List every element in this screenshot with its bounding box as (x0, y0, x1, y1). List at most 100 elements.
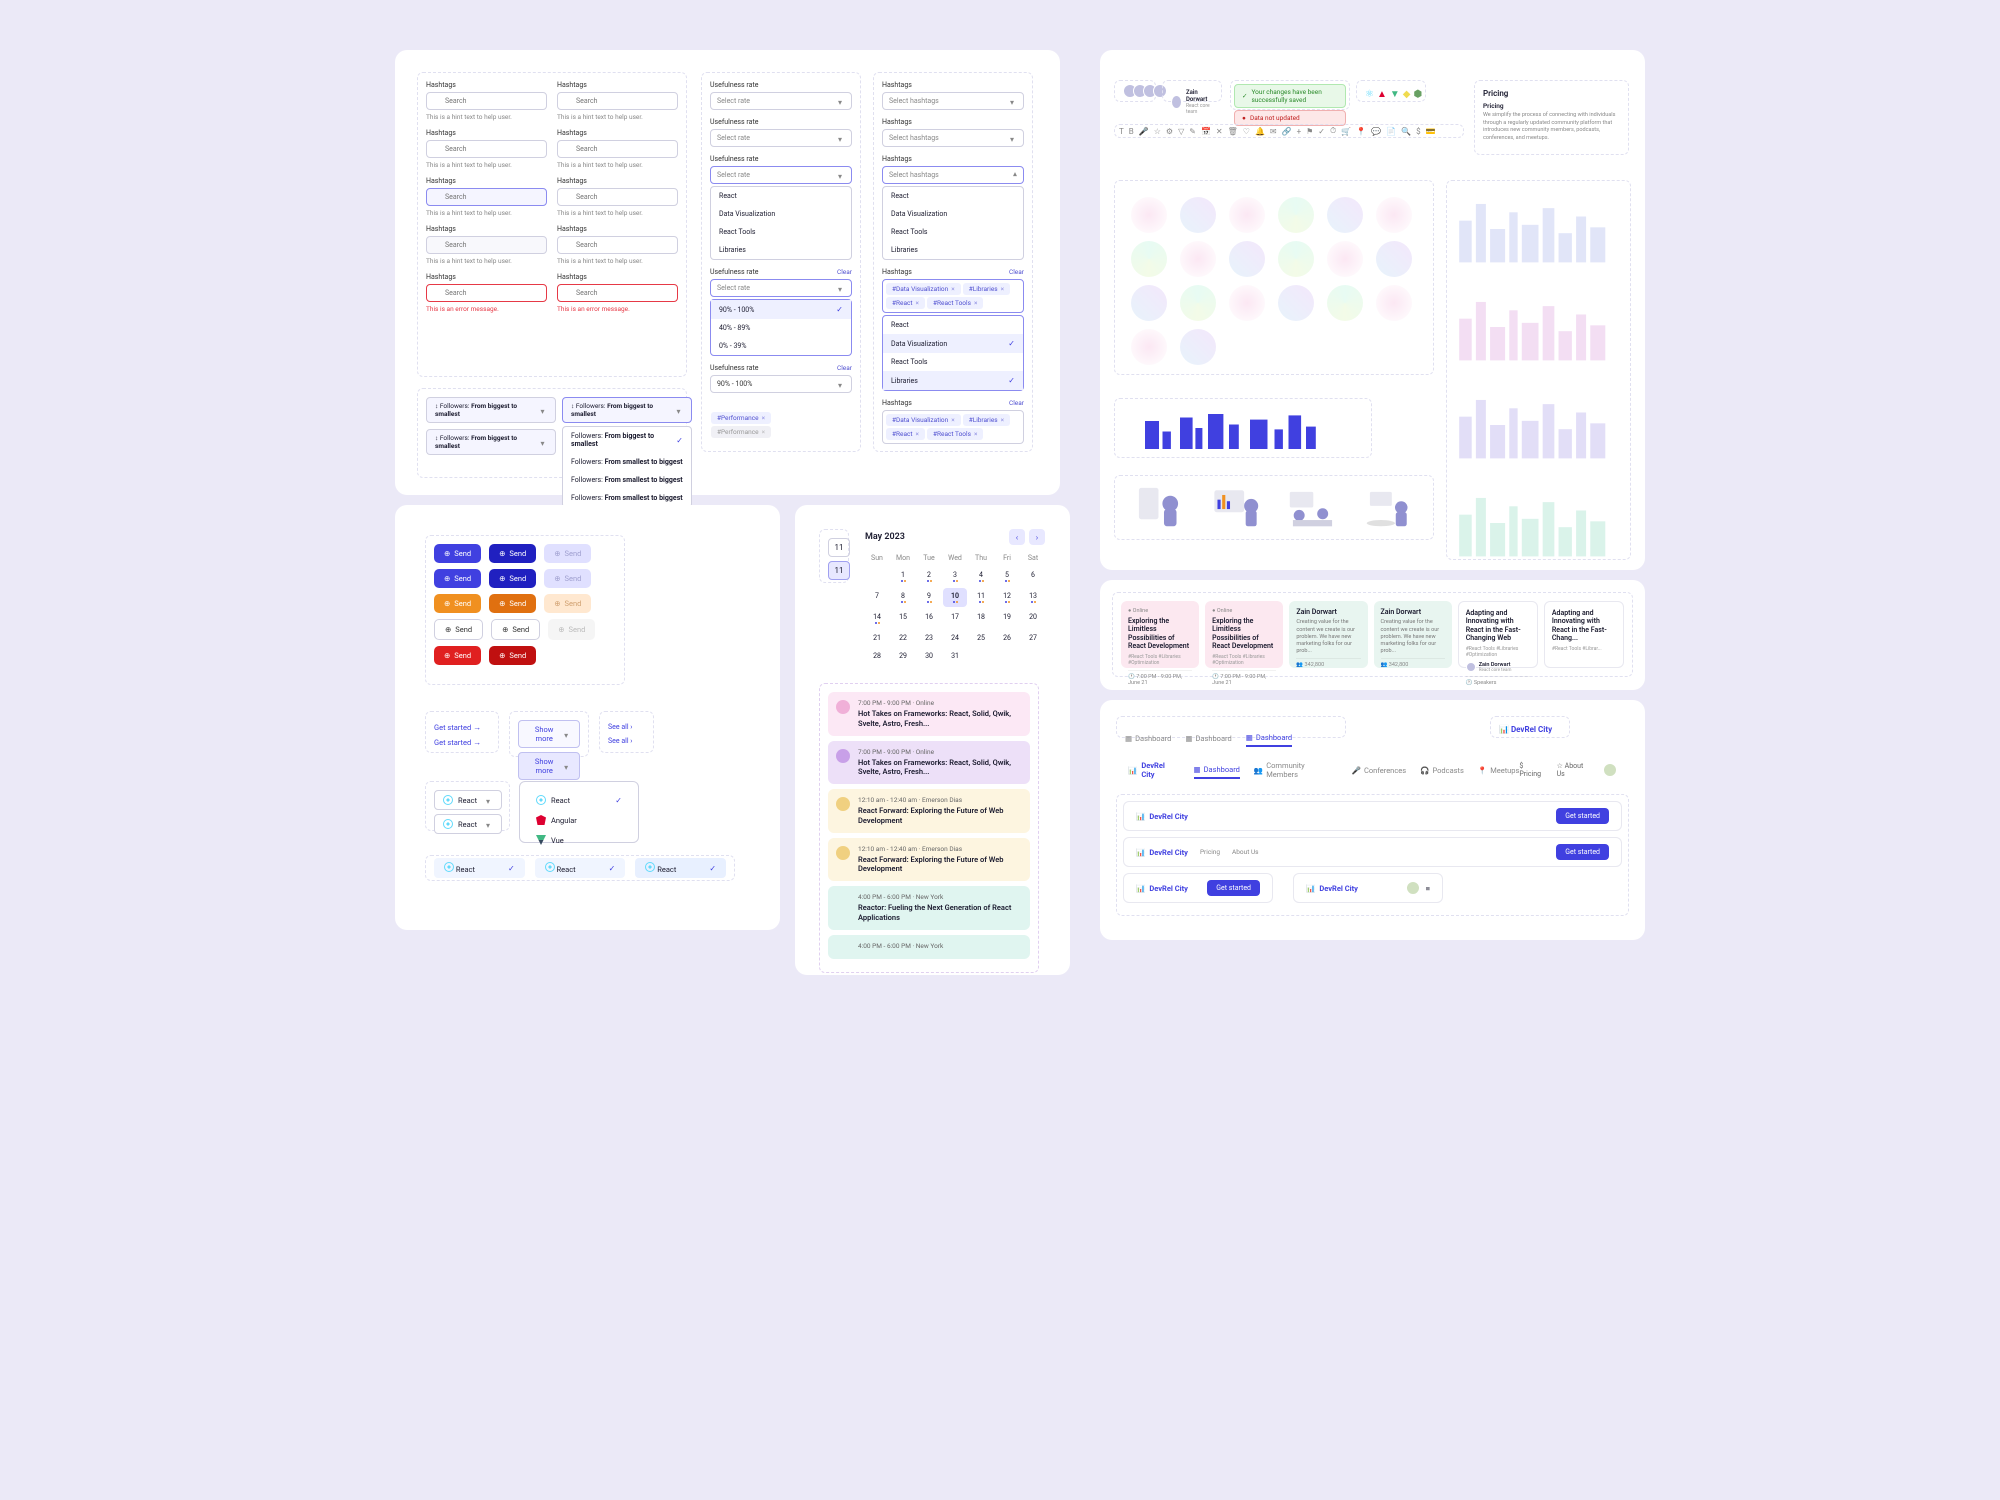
calendar-day[interactable]: 22 (891, 630, 915, 646)
card-icon[interactable]: 💳 (1426, 127, 1436, 136)
hashtag-chip[interactable]: #React× (886, 297, 925, 309)
dropdown-option[interactable]: React Tools (883, 223, 1023, 241)
calendar-day[interactable]: 30 (917, 648, 941, 664)
dropdown-option[interactable]: 40% - 89% (711, 319, 851, 337)
dropdown-option[interactable]: Followers: From smallest to biggest (563, 471, 691, 489)
mail-icon[interactable]: ✉ (1270, 127, 1277, 136)
nav-link[interactable]: Pricing (1200, 848, 1220, 856)
event-card[interactable]: Zain DorwartCreating value for the conte… (1289, 601, 1367, 668)
hashtag-chip[interactable]: #Performance× (711, 426, 771, 438)
clock-icon[interactable]: ⏱ (1330, 126, 1336, 136)
calendar-day[interactable]: 12 (995, 588, 1019, 607)
search-input[interactable] (557, 188, 678, 206)
show-more-button[interactable]: Show more (518, 720, 580, 748)
dollar-icon[interactable]: $ (1416, 127, 1421, 136)
nav-tab[interactable]: 🎧 Podcasts (1420, 763, 1464, 778)
calendar-day[interactable] (995, 648, 1019, 664)
search-input[interactable] (557, 236, 678, 254)
event-card[interactable]: ● OnlineExploring the Limitless Possibil… (1205, 601, 1283, 668)
brand-logo[interactable]: 📊 DevRel City (1306, 884, 1358, 893)
send-button[interactable]: ⊕ Send (434, 544, 481, 563)
brand-logo[interactable]: 📊 DevRel City (1136, 848, 1188, 857)
nav-tab[interactable]: 📍 Meetups (1478, 763, 1520, 778)
dropdown-option[interactable]: Data Visualization (883, 205, 1023, 223)
avatar[interactable] (1406, 881, 1420, 895)
hashtag-select[interactable]: Select hashtags (882, 92, 1024, 110)
get-started-button[interactable]: Get started (1556, 808, 1609, 824)
tab-dashboard[interactable]: ▦ Dashboard (1185, 731, 1231, 746)
event-card[interactable]: Zain DorwartCreating value for the conte… (1374, 601, 1452, 668)
hashtag-multiselect[interactable]: #Data Visualization× #Libraries× #React×… (882, 279, 1024, 313)
calendar-day[interactable]: 5 (995, 567, 1019, 586)
dropdown-option[interactable]: React Tools (711, 223, 851, 241)
rate-select[interactable]: Select rate (710, 279, 852, 297)
text-icon[interactable]: T (1119, 127, 1124, 136)
send-button[interactable]: ⊕ Send (489, 569, 536, 588)
trash-icon[interactable]: 🗑 (1228, 127, 1238, 136)
calendar-next[interactable]: › (1029, 529, 1045, 545)
search-input[interactable] (426, 188, 547, 206)
event-item[interactable]: 7:00 PM - 9:00 PM · OnlineHot Takes on F… (828, 692, 1030, 736)
send-button[interactable]: ⊕ Send (434, 569, 481, 588)
event-item[interactable]: 4:00 PM - 6:00 PM · New York (828, 935, 1030, 959)
dropdown-option[interactable]: Data Visualization (711, 205, 851, 223)
calendar-day[interactable]: 25 (969, 630, 993, 646)
calendar-day[interactable] (865, 567, 889, 586)
hashtag-chip[interactable]: #React Tools× (927, 297, 983, 309)
search-input[interactable] (426, 284, 547, 302)
check-icon[interactable]: ✓ (1318, 127, 1325, 136)
send-button[interactable]: ⊕ Send (434, 594, 481, 613)
clear-link[interactable]: Clear (1009, 399, 1024, 407)
nav-tab[interactable]: ▦ Dashboard (1194, 762, 1240, 779)
hashtag-chip[interactable]: #React× (886, 428, 925, 440)
bold-icon[interactable]: B (1129, 127, 1134, 136)
calendar-day[interactable]: 27 (1021, 630, 1045, 646)
get-started-link[interactable]: Get started (434, 720, 490, 735)
calendar-day[interactable]: 6 (1021, 567, 1045, 586)
hashtag-chip[interactable]: #Data Visualization× (886, 414, 961, 426)
file-icon[interactable]: 📄 (1386, 127, 1396, 136)
framework-pill[interactable]: React (635, 858, 726, 878)
calendar-day[interactable]: 19 (995, 609, 1019, 628)
dropdown-option[interactable]: React (711, 187, 851, 205)
brand-logo[interactable]: 📊 DevRel City (1136, 884, 1188, 893)
calendar-day[interactable]: 24 (943, 630, 967, 646)
hashtag-select[interactable]: Select hashtags (882, 129, 1024, 147)
calendar-day[interactable]: 29 (891, 648, 915, 664)
search-input[interactable] (426, 140, 547, 158)
calendar-day[interactable]: 28 (865, 648, 889, 664)
brand-logo[interactable]: 📊 DevRel City (1136, 812, 1188, 821)
calendar-day[interactable]: 4 (969, 567, 993, 586)
clear-link[interactable]: Clear (1009, 268, 1024, 276)
close-icon[interactable]: ✕ (1216, 127, 1223, 136)
flag-icon[interactable]: ⚑ (1306, 127, 1313, 136)
send-button[interactable]: ⊕ Send (489, 544, 536, 563)
hashtag-select[interactable]: Select hashtags (882, 166, 1024, 184)
nav-tab[interactable]: 👥 Community Members (1254, 758, 1338, 782)
framework-pill[interactable]: React (535, 858, 626, 878)
event-card[interactable]: Adapting and Innovating with React in th… (1458, 601, 1538, 668)
dropdown-option[interactable]: React (883, 316, 1023, 334)
calendar-day[interactable]: 2 (917, 567, 941, 586)
event-card[interactable]: Adapting and Innovating with React in th… (1544, 601, 1624, 668)
cart-icon[interactable]: 🛒 (1341, 127, 1351, 136)
calendar-day[interactable]: 17 (943, 609, 967, 628)
dropdown-option[interactable]: Libraries (883, 371, 1023, 390)
calendar-prev[interactable]: ‹ (1009, 529, 1025, 545)
dropdown-option[interactable]: 90% - 100% (711, 300, 851, 319)
calendar-day[interactable]: 1 (891, 567, 915, 586)
calendar-day[interactable]: 9 (917, 588, 941, 607)
event-item[interactable]: 4:00 PM - 6:00 PM · New YorkReactor: Fue… (828, 886, 1030, 930)
calendar-day[interactable]: 26 (995, 630, 1019, 646)
event-item[interactable]: 12:10 am - 12:40 am · Emerson DiasReact … (828, 838, 1030, 882)
calendar-day[interactable]: 11 (969, 588, 993, 607)
dropdown-option[interactable]: React (528, 790, 630, 810)
get-started-link[interactable]: Get started (434, 735, 490, 750)
calendar-day[interactable]: 13 (1021, 588, 1045, 607)
location-icon[interactable]: 📍 (1356, 127, 1366, 136)
calendar-day[interactable]: 14 (865, 609, 889, 628)
tab-dashboard[interactable]: ▦ Dashboard (1246, 730, 1292, 747)
dropdown-option[interactable]: React (883, 187, 1023, 205)
avatar[interactable] (1603, 763, 1617, 777)
search-input[interactable] (557, 92, 678, 110)
